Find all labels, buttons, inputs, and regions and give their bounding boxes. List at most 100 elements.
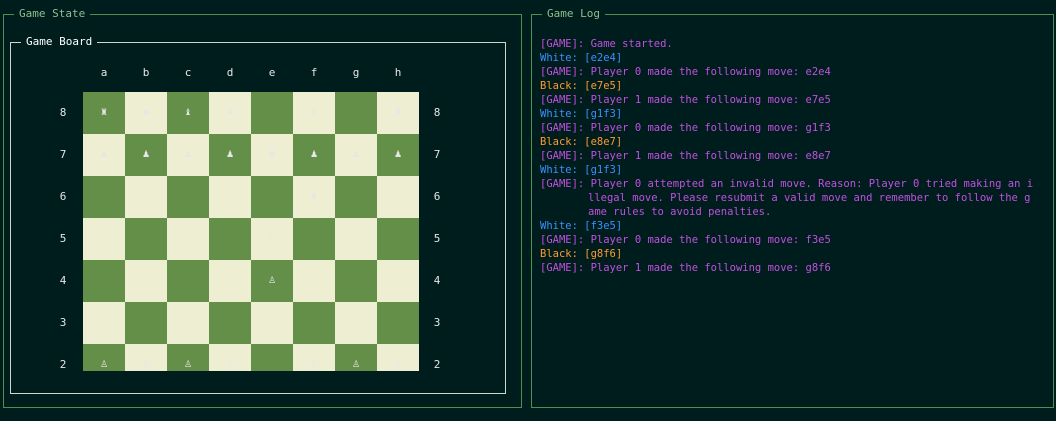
piece-d7[interactable]: ♟ bbox=[226, 150, 234, 160]
square-g5[interactable] bbox=[335, 218, 377, 260]
square-b6[interactable] bbox=[125, 176, 167, 218]
piece-h8[interactable]: ♜ bbox=[394, 108, 402, 118]
square-a6[interactable] bbox=[83, 176, 125, 218]
file-label-d: d bbox=[226, 66, 234, 79]
square-f3[interactable] bbox=[293, 302, 335, 344]
rank-label-6: 6 bbox=[433, 190, 441, 203]
square-b2[interactable]: ♙ bbox=[125, 344, 167, 371]
file-label-h: h bbox=[394, 66, 402, 79]
piece-c7[interactable]: ♟ bbox=[184, 150, 192, 160]
piece-d8[interactable]: ♛ bbox=[226, 108, 234, 118]
log-entry: [GAME]: Player 1 made the following move… bbox=[540, 94, 831, 106]
log-entry: White: [f3e5] bbox=[540, 220, 623, 232]
square-a5[interactable] bbox=[83, 218, 125, 260]
square-g8[interactable] bbox=[335, 92, 377, 134]
piece-e4[interactable]: ♙ bbox=[268, 276, 276, 286]
square-g6[interactable] bbox=[335, 176, 377, 218]
piece-a8[interactable]: ♜ bbox=[100, 108, 108, 118]
square-h7[interactable]: ♟ bbox=[377, 134, 419, 176]
square-g2[interactable]: ♙ bbox=[335, 344, 377, 371]
log-entry: [GAME]: Player 1 made the following move… bbox=[540, 150, 831, 162]
square-a8[interactable]: ♜ bbox=[83, 92, 125, 134]
rank-label-5: 5 bbox=[59, 232, 67, 245]
square-e8[interactable] bbox=[251, 92, 293, 134]
log-entry: White: [e2e4] bbox=[540, 52, 623, 64]
log-entry: Black: [g8f6] bbox=[540, 248, 623, 260]
piece-c8[interactable]: ♝ bbox=[184, 108, 192, 118]
square-g7[interactable]: ♟ bbox=[335, 134, 377, 176]
log-entry: [GAME]: Player 1 made the following move… bbox=[540, 262, 831, 274]
piece-b7[interactable]: ♟ bbox=[142, 150, 150, 160]
piece-f6[interactable]: ♞ bbox=[310, 192, 318, 202]
square-d5[interactable] bbox=[209, 218, 251, 260]
square-b8[interactable]: ♞ bbox=[125, 92, 167, 134]
square-b3[interactable] bbox=[125, 302, 167, 344]
file-label-e: e bbox=[268, 66, 276, 79]
piece-g2[interactable]: ♙ bbox=[352, 360, 360, 370]
rank-label-7: 7 bbox=[59, 148, 67, 161]
square-e4[interactable]: ♙ bbox=[251, 260, 293, 302]
square-e2[interactable] bbox=[251, 344, 293, 371]
square-f4[interactable] bbox=[293, 260, 335, 302]
square-c5[interactable] bbox=[167, 218, 209, 260]
square-h3[interactable] bbox=[377, 302, 419, 344]
log-entry: White: [g1f3] bbox=[540, 108, 623, 120]
square-g4[interactable] bbox=[335, 260, 377, 302]
piece-b2[interactable]: ♙ bbox=[142, 360, 150, 370]
piece-f7[interactable]: ♟ bbox=[310, 150, 318, 160]
game-log-title: Game Log bbox=[542, 7, 605, 21]
game-log-list: [GAME]: Game started. White: [e2e4] [GAME]… bbox=[540, 37, 1045, 275]
file-label-b: b bbox=[142, 66, 150, 79]
square-b4[interactable] bbox=[125, 260, 167, 302]
square-e6[interactable] bbox=[251, 176, 293, 218]
rank-label-4: 4 bbox=[433, 274, 441, 287]
square-d8[interactable]: ♛ bbox=[209, 92, 251, 134]
piece-h2[interactable]: ♙ bbox=[394, 360, 402, 370]
piece-f2[interactable]: ♙ bbox=[310, 360, 318, 370]
square-c4[interactable] bbox=[167, 260, 209, 302]
square-d4[interactable] bbox=[209, 260, 251, 302]
square-a7[interactable]: ♟ bbox=[83, 134, 125, 176]
square-c6[interactable] bbox=[167, 176, 209, 218]
square-e5[interactable]: ♘ bbox=[251, 218, 293, 260]
square-c7[interactable]: ♟ bbox=[167, 134, 209, 176]
piece-a7[interactable]: ♟ bbox=[100, 150, 108, 160]
piece-c2[interactable]: ♙ bbox=[184, 360, 192, 370]
piece-d2[interactable]: ♙ bbox=[226, 360, 234, 370]
square-d6[interactable] bbox=[209, 176, 251, 218]
square-h4[interactable] bbox=[377, 260, 419, 302]
square-d3[interactable] bbox=[209, 302, 251, 344]
chess-board[interactable]: ♜ ♞ ♝ ♛ ♝ ♜ ♟ ♟ ♟ ♟ ♚ ♟ ♟ ♟ ♞ ♘ ♙ ♙ ♙ ♙ ♙ ♙ ♙ ♙ bbox=[83, 92, 419, 371]
square-e3[interactable] bbox=[251, 302, 293, 344]
square-f5[interactable] bbox=[293, 218, 335, 260]
square-a3[interactable] bbox=[83, 302, 125, 344]
square-h2[interactable]: ♙ bbox=[377, 344, 419, 371]
piece-f8[interactable]: ♝ bbox=[310, 108, 318, 118]
square-h8[interactable]: ♜ bbox=[377, 92, 419, 134]
square-d2[interactable]: ♙ bbox=[209, 344, 251, 371]
square-g3[interactable] bbox=[335, 302, 377, 344]
square-e7[interactable]: ♚ bbox=[251, 134, 293, 176]
square-d7[interactable]: ♟ bbox=[209, 134, 251, 176]
rank-label-8: 8 bbox=[59, 106, 67, 119]
square-f2[interactable]: ♙ bbox=[293, 344, 335, 371]
square-a2[interactable]: ♙ bbox=[83, 344, 125, 371]
square-h5[interactable] bbox=[377, 218, 419, 260]
square-a4[interactable] bbox=[83, 260, 125, 302]
square-f6[interactable]: ♞ bbox=[293, 176, 335, 218]
piece-g7[interactable]: ♟ bbox=[352, 150, 360, 160]
piece-e5[interactable]: ♘ bbox=[268, 234, 276, 244]
square-c8[interactable]: ♝ bbox=[167, 92, 209, 134]
square-b7[interactable]: ♟ bbox=[125, 134, 167, 176]
square-h6[interactable] bbox=[377, 176, 419, 218]
piece-e7[interactable]: ♚ bbox=[268, 150, 276, 160]
piece-b8[interactable]: ♞ bbox=[142, 108, 150, 118]
square-c2[interactable]: ♙ bbox=[167, 344, 209, 371]
piece-a2[interactable]: ♙ bbox=[100, 360, 108, 370]
piece-h7[interactable]: ♟ bbox=[394, 150, 402, 160]
square-f7[interactable]: ♟ bbox=[293, 134, 335, 176]
square-c3[interactable] bbox=[167, 302, 209, 344]
square-f8[interactable]: ♝ bbox=[293, 92, 335, 134]
log-entry: [GAME]: Game started. bbox=[540, 38, 673, 50]
square-b5[interactable] bbox=[125, 218, 167, 260]
